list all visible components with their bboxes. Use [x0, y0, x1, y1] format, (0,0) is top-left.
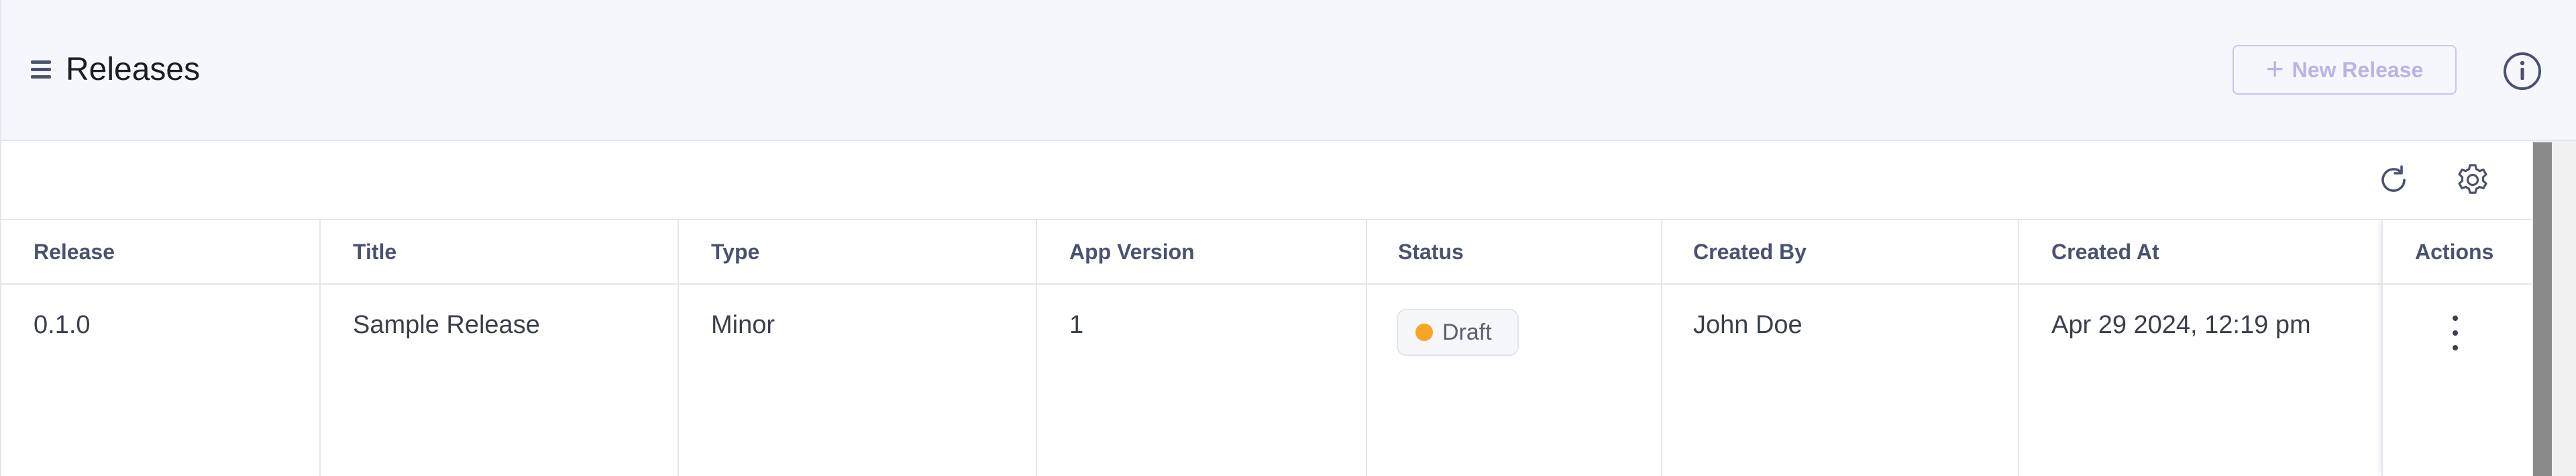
cell-created-by: John Doe [1693, 310, 1803, 339]
gear-icon[interactable] [2454, 161, 2491, 199]
plus-icon: + [2265, 51, 2284, 86]
column-header-created-at[interactable]: Created At [2051, 220, 2159, 283]
new-release-button[interactable]: + New Release [2233, 45, 2457, 95]
column-header-actions: Actions [2415, 239, 2494, 264]
table-toolbar [1, 141, 2532, 220]
releases-page: Releases + New Release Release Title Typ… [0, 0, 2576, 476]
more-vertical-icon[interactable] [2443, 310, 2467, 357]
page-header: Releases + New Release [1, 0, 2576, 141]
menu-icon[interactable] [31, 59, 52, 81]
cell-created-at: Apr 29 2024, 12:19 pm [2051, 310, 2311, 339]
cell-release: 0.1.0 [34, 310, 91, 339]
status-label: Draft [1442, 319, 1492, 345]
column-header-created-by[interactable]: Created By [1693, 220, 1807, 283]
cell-title: Sample Release [353, 310, 540, 339]
refresh-icon[interactable] [2375, 161, 2412, 199]
column-header-release[interactable]: Release [34, 220, 115, 283]
table-header: Release Title Type App Version Status Cr… [1, 220, 2532, 285]
releases-table: Release Title Type App Version Status Cr… [1, 220, 2533, 476]
page-title: Releases [66, 52, 201, 87]
vertical-scrollbar-thumb[interactable] [2533, 142, 2552, 476]
info-icon[interactable] [2502, 51, 2542, 91]
actions-header-divider [2383, 283, 2533, 285]
cell-type: Minor [711, 310, 775, 339]
status-badge: Draft [1397, 309, 1519, 356]
column-header-status[interactable]: Status [1398, 220, 1464, 283]
new-release-label: New Release [2292, 57, 2424, 82]
column-header-type[interactable]: Type [711, 220, 759, 283]
column-header-title[interactable]: Title [353, 220, 396, 283]
column-header-app-version[interactable]: App Version [1069, 220, 1195, 283]
cell-app-version: 1 [1069, 310, 1084, 339]
status-dot-icon [1415, 324, 1433, 341]
